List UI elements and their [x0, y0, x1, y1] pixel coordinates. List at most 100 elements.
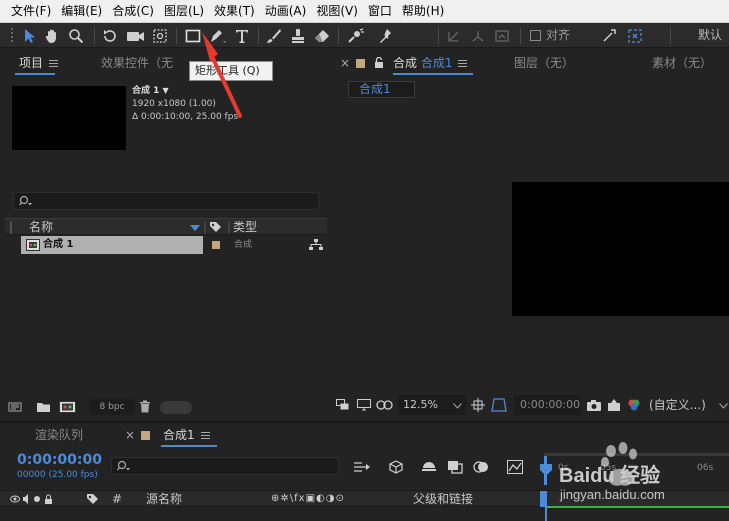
search-icon	[117, 460, 130, 471]
project-footer: 8 bpc	[5, 398, 327, 416]
zoom-tool-icon[interactable]	[66, 25, 86, 46]
label-tag-icon	[87, 494, 98, 504]
new-folder-icon[interactable]	[36, 401, 52, 413]
baidu-jingyan-watermark: Baidu 经验 jingyan.baidu.com	[559, 439, 729, 511]
toolbar-grip[interactable]	[10, 25, 16, 46]
tab-active-underline	[161, 445, 217, 447]
workspace-default-label[interactable]: 默认	[698, 23, 722, 48]
local-axis-mode-icon[interactable]	[444, 25, 464, 46]
tools-toolbar: 对齐 默认	[0, 23, 729, 48]
panel-menu-icon[interactable]	[458, 60, 468, 67]
graph-editor-icon[interactable]	[507, 460, 523, 474]
world-axis-mode-icon[interactable]	[468, 25, 488, 46]
column-source-name-header[interactable]: 源名称	[146, 491, 182, 507]
playhead-line-lower	[545, 491, 547, 521]
selection-tool-icon[interactable]	[20, 25, 40, 46]
always-preview-icon[interactable]	[336, 399, 350, 411]
new-composition-icon[interactable]	[59, 401, 77, 413]
comp-flow-tab[interactable]: 合成1	[348, 81, 415, 98]
composition-panel: × 合成 合成1 图层（无） 素材（无） 合成1 12.5% 0:00:00:0…	[331, 50, 729, 418]
layer-switches-icons: ⊕✲\fx▣◐◑⊙	[271, 493, 345, 504]
tab-effect-controls[interactable]: 效果控件（无	[101, 50, 173, 76]
column-parent-header[interactable]: 父级和链接	[413, 491, 473, 507]
comp-info-name-text: 合成 1	[132, 86, 160, 96]
project-item-row[interactable]: 合成 1 合成	[5, 236, 327, 254]
timeline-search-input[interactable]	[111, 457, 339, 475]
panel-menu-icon[interactable]	[200, 432, 210, 439]
label-color-swatch[interactable]	[212, 241, 220, 249]
trash-icon[interactable]	[139, 400, 151, 413]
panel-menu-icon[interactable]	[49, 60, 59, 67]
tab-active-underline	[393, 73, 473, 75]
tab-composition-label: 合成	[393, 56, 418, 70]
snap-label: 对齐	[546, 28, 571, 42]
current-time-field[interactable]: 0:00:00:00	[514, 395, 581, 415]
tab-footage[interactable]: 素材（无）	[652, 50, 712, 76]
composition-panel-tabs: × 合成 合成1 图层（无） 素材（无）	[331, 50, 729, 76]
clone-stamp-tool-icon[interactable]	[288, 25, 308, 46]
frame-blending-icon[interactable]	[447, 460, 463, 474]
close-tab-icon[interactable]: ×	[340, 50, 350, 76]
show-snapshot-icon[interactable]	[607, 398, 621, 412]
menu-composition[interactable]: 合成(C)	[107, 0, 159, 23]
comp-mini-flowchart-icon[interactable]	[353, 460, 371, 474]
chevron-down-icon[interactable]	[719, 403, 728, 409]
label-column-grip: |	[9, 220, 14, 234]
interpret-footage-icon[interactable]	[8, 401, 26, 413]
tab-render-queue[interactable]: 渲染队列	[35, 426, 83, 444]
composition-viewer[interactable]	[331, 102, 729, 388]
hand-tool-icon[interactable]	[42, 25, 62, 46]
playhead-marker-icon[interactable]	[540, 464, 552, 476]
menu-file[interactable]: 文件(F)	[6, 0, 56, 23]
camera-tool-icon[interactable]	[124, 25, 148, 46]
view-axis-mode-icon[interactable]	[492, 25, 512, 46]
tab-timeline-comp[interactable]: 合成1	[163, 426, 210, 444]
menu-layer[interactable]: 图层(L)	[159, 0, 209, 23]
tab-layer[interactable]: 图层（无）	[514, 50, 574, 76]
sort-down-icon[interactable]	[190, 225, 200, 231]
dropdown-triangle-icon[interactable]: ▼	[163, 86, 169, 95]
color-depth-button[interactable]: 8 bpc	[89, 399, 135, 415]
menu-view[interactable]: 视图(V)	[311, 0, 363, 23]
column-type-header[interactable]: 类型	[233, 219, 257, 235]
project-column-header: | 名称 | | 类型	[5, 218, 327, 235]
column-divider: |	[227, 220, 232, 234]
eraser-tool-icon[interactable]	[312, 25, 332, 46]
snap-checkbox[interactable]	[528, 25, 542, 46]
rotation-tool-icon[interactable]	[100, 25, 120, 46]
project-search-input[interactable]	[13, 192, 319, 210]
menu-edit[interactable]: 编辑(E)	[56, 0, 107, 23]
monitor-icon[interactable]	[357, 399, 371, 411]
snap-edges-icon[interactable]	[598, 25, 620, 46]
draft-3d-icon[interactable]	[388, 459, 404, 475]
zoom-dropdown[interactable]: 12.5%	[398, 395, 466, 415]
toggle-mask-icon[interactable]	[491, 398, 507, 412]
menu-help[interactable]: 帮助(H)	[397, 0, 449, 23]
label-tag-icon[interactable]	[209, 221, 222, 234]
flowchart-icon[interactable]	[309, 239, 323, 251]
column-name-header[interactable]: 名称	[29, 219, 53, 235]
comp-canvas[interactable]	[512, 182, 729, 316]
resolution-dropdown[interactable]: (自定义...)	[649, 395, 706, 415]
pan-behind-tool-icon[interactable]	[150, 25, 170, 46]
snap-features-icon[interactable]	[624, 25, 646, 46]
lock-icon[interactable]	[374, 57, 384, 68]
brush-tool-icon[interactable]	[264, 25, 284, 46]
puppet-pin-tool-icon[interactable]	[374, 25, 398, 46]
shy-layers-icon[interactable]	[421, 460, 437, 474]
close-tab-icon[interactable]: ×	[125, 426, 135, 444]
mask-visibility-icon[interactable]	[376, 399, 394, 411]
snapshot-camera-icon[interactable]	[586, 399, 602, 412]
comp-label-swatch	[356, 59, 365, 68]
thumbnail-size-slider[interactable]	[160, 401, 192, 414]
watermark-url: jingyan.baidu.com	[560, 487, 665, 502]
roto-brush-tool-icon[interactable]	[344, 25, 368, 46]
menu-window[interactable]: 窗口	[363, 0, 397, 23]
menu-animation[interactable]: 动画(A)	[260, 0, 312, 23]
channel-rgb-icon[interactable]	[627, 398, 641, 412]
grid-guide-icon[interactable]	[471, 398, 485, 412]
menu-effect[interactable]: 效果(T)	[209, 0, 260, 23]
motion-blur-icon[interactable]	[472, 460, 490, 474]
search-icon	[19, 195, 32, 206]
current-time-display[interactable]: 0:00:00:00	[17, 452, 102, 468]
